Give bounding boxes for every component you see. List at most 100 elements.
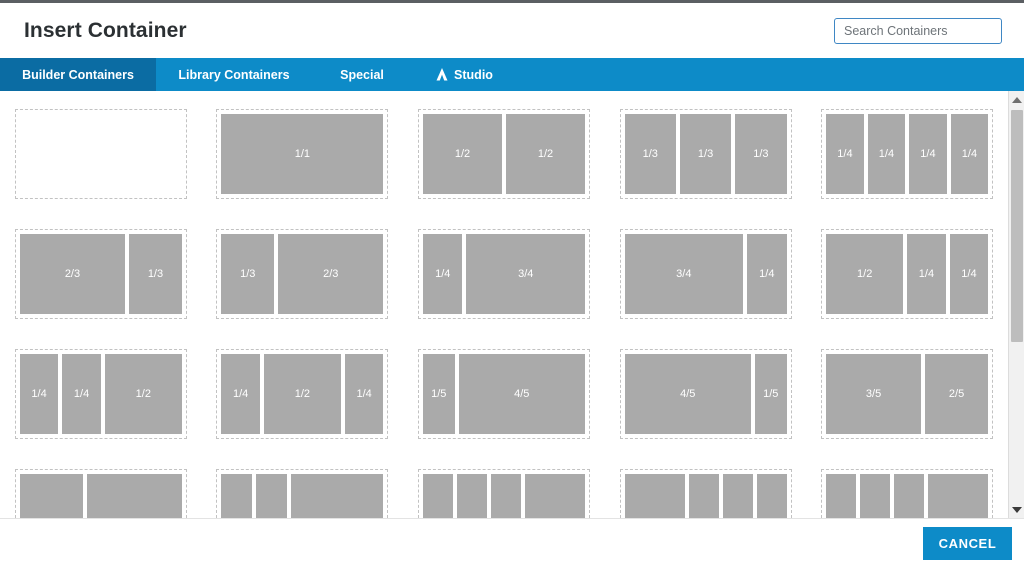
container-block: 4/5 (624, 354, 751, 434)
container-1-4-3-4[interactable]: 1/4 3/4 (417, 229, 590, 319)
container-block: 1/4 (950, 114, 989, 194)
container-1-3-1-3-1-3[interactable]: 1/3 1/3 1/3 (619, 109, 792, 199)
container-grid-cell: 1/3 2/3 (202, 229, 404, 319)
container-block (688, 474, 719, 518)
container-grid-cell (202, 469, 404, 518)
tab-bar: Builder Containers Library Containers Sp… (0, 58, 1024, 100)
container-block: 1/4 (422, 234, 463, 314)
container-block: 1/4 (221, 354, 260, 434)
container-grid-row (0, 469, 1008, 518)
container-block: 1/3 (129, 234, 182, 314)
container-block: 1/5 (422, 354, 455, 434)
container-grid-row: 1/1 1/2 1/2 1/3 1/3 1/3 1/4 1/4 1/4 1/4 (0, 109, 1008, 229)
container-grid-cell: 3/5 2/5 (806, 349, 1008, 439)
container-block: 1/4 (949, 234, 989, 314)
dialog-header: Insert Container (0, 3, 1024, 58)
tab-builder-containers[interactable]: Builder Containers (0, 58, 156, 100)
container-block (826, 474, 857, 518)
container-1-2-1-4-1-4[interactable]: 1/2 1/4 1/4 (821, 229, 994, 319)
scrollbar-track[interactable] (1009, 108, 1024, 501)
container-block: 1/4 (907, 234, 946, 314)
container-block (860, 474, 891, 518)
container-block (928, 474, 989, 518)
page-title: Insert Container (24, 18, 187, 42)
container-grid-cell: 1/4 1/4 1/4 1/4 (806, 109, 1008, 199)
container-block (490, 474, 521, 518)
container-1-5-4-5[interactable]: 1/5 4/5 (417, 349, 590, 439)
container-4-5-1-5[interactable]: 4/5 1/5 (619, 349, 792, 439)
insert-container-dialog: Insert Container Builder Containers Libr… (0, 0, 1024, 568)
tab-library-containers[interactable]: Library Containers (156, 58, 312, 91)
scroll-down-arrow-icon[interactable] (1009, 501, 1024, 518)
empty-container[interactable] (14, 109, 187, 199)
container-2-3-1-3[interactable]: 2/3 1/3 (14, 229, 187, 319)
scroll-up-arrow-icon[interactable] (1009, 91, 1024, 108)
container-block: 1/4 (62, 354, 101, 434)
container-grid-cell: 1/4 1/2 1/4 (202, 349, 404, 439)
tab-special[interactable]: Special (312, 58, 412, 91)
container-block: 1/4 (909, 114, 947, 194)
container-block: 1/3 (679, 114, 732, 194)
container-block (456, 474, 487, 518)
container-grid-cell: 1/4 3/4 (403, 229, 605, 319)
tab-studio[interactable]: Studio (412, 58, 517, 91)
container-block: 1/5 (754, 354, 787, 434)
container-block: 2/3 (278, 234, 384, 314)
container-grid-cell (0, 469, 202, 518)
scrollbar-thumb[interactable] (1010, 110, 1023, 342)
container-grid-cell (0, 109, 202, 199)
container-3-5-2-5[interactable]: 3/5 2/5 (821, 349, 994, 439)
tab-library-containers-label: Library Containers (178, 67, 290, 82)
container-block: 1/3 (624, 114, 676, 194)
container-1-5-1-5-3-5[interactable] (216, 469, 389, 518)
container-grid-cell: 2/3 1/3 (0, 229, 202, 319)
container-grid-cell: 1/2 1/2 (403, 109, 605, 199)
container-block (624, 474, 685, 518)
container-block (894, 474, 925, 518)
container-grid-cell: 1/4 1/4 1/2 (0, 349, 202, 439)
container-block (290, 474, 384, 518)
container-grid-cell: 3/4 1/4 (605, 229, 807, 319)
container-block: 1/2 (826, 234, 904, 314)
dialog-footer: CANCEL (0, 518, 1024, 568)
container-1-4-1-2-1-4[interactable]: 1/4 1/2 1/4 (216, 349, 389, 439)
container-1-4-1-4-1-2[interactable]: 1/4 1/4 1/2 (14, 349, 187, 439)
vertical-scrollbar[interactable] (1008, 91, 1024, 518)
container-block (221, 474, 253, 518)
container-block: 1/2 (505, 114, 585, 194)
container-block (722, 474, 753, 518)
container-2-5-3-5[interactable] (14, 469, 187, 518)
container-3-4-1-4[interactable]: 3/4 1/4 (619, 229, 792, 319)
container-block: 1/4 (867, 114, 906, 194)
container-block: 4/5 (458, 354, 585, 434)
cancel-button[interactable]: CANCEL (923, 527, 1012, 560)
container-1-5-1-5-1-5-2-5[interactable] (417, 469, 590, 518)
container-grid: 1/1 1/2 1/2 1/3 1/3 1/3 1/4 1/4 1/4 1/4 2/3 1/3 1/3 2… (0, 91, 1008, 518)
container-1-1[interactable]: 1/1 (216, 109, 389, 199)
container-1-5-1-5-1-5-2-5-b[interactable] (821, 469, 994, 518)
container-block: 2/5 (924, 354, 989, 434)
container-2-5-1-5-1-5-1-5[interactable] (619, 469, 792, 518)
container-block: 3/4 (466, 234, 585, 314)
container-block: 3/4 (624, 234, 744, 314)
container-block: 1/3 (735, 114, 787, 194)
container-1-4-x4[interactable]: 1/4 1/4 1/4 1/4 (821, 109, 994, 199)
container-1-2-1-2[interactable]: 1/2 1/2 (417, 109, 590, 199)
container-grid-cell: 1/3 1/3 1/3 (605, 109, 807, 199)
container-grid-row: 2/3 1/3 1/3 2/3 1/4 3/4 3/4 1/4 1/2 1/4 1/4 (0, 229, 1008, 349)
container-block (524, 474, 585, 518)
container-grid-cell (605, 469, 807, 518)
container-block: 1/4 (826, 114, 864, 194)
container-grid-cell: 1/5 4/5 (403, 349, 605, 439)
tab-builder-containers-label: Builder Containers (22, 67, 134, 82)
container-block: 1/1 (221, 114, 384, 194)
studio-mountain-icon (436, 68, 448, 81)
container-block (256, 474, 287, 518)
container-block (756, 474, 787, 518)
container-1-3-2-3[interactable]: 1/3 2/3 (216, 229, 389, 319)
search-input[interactable] (834, 17, 1002, 44)
container-grid-cell (806, 469, 1008, 518)
container-grid-cell (403, 469, 605, 518)
container-block (87, 474, 182, 518)
container-block (422, 474, 453, 518)
